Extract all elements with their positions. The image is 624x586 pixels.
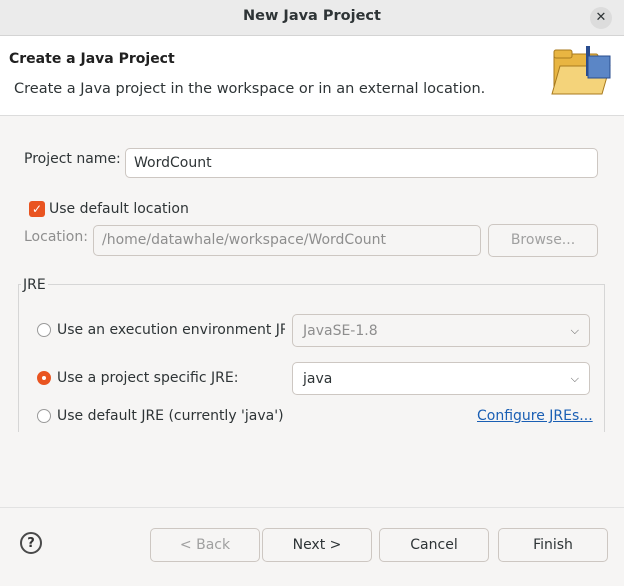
window-title: New Java Project (243, 8, 381, 24)
project-name-input[interactable]: WordCount (125, 148, 598, 178)
location-label: Location: (24, 229, 88, 245)
default-jre-radio[interactable] (37, 409, 51, 423)
project-specific-jre-label[interactable]: Use a project specific JRE: (57, 370, 238, 386)
configure-jres-link[interactable]: Configure JREs... (477, 408, 593, 424)
browse-button: Browse... (488, 224, 598, 257)
project-name-label: Project name: (24, 151, 121, 167)
project-specific-jre-radio[interactable] (37, 371, 51, 385)
finish-button[interactable]: Finish (498, 528, 608, 562)
page-description: Create a Java project in the workspace o… (14, 81, 486, 97)
new-java-project-folder-icon (551, 46, 611, 95)
execution-environment-value: JavaSE-1.8 (303, 323, 378, 339)
close-button[interactable]: ✕ (590, 7, 612, 29)
footer-separator (0, 507, 624, 508)
jre-group-label: JRE (21, 277, 48, 293)
wizard-banner (0, 36, 624, 116)
execution-environment-dropdown: JavaSE-1.8 ⌵ (292, 314, 590, 347)
location-input: /home/datawhale/workspace/WordCount (93, 225, 481, 256)
project-specific-jre-dropdown[interactable]: java ⌵ (292, 362, 590, 395)
cancel-button[interactable]: Cancel (379, 528, 489, 562)
default-jre-label[interactable]: Use default JRE (currently 'java') (57, 408, 284, 424)
next-button[interactable]: Next > (262, 528, 372, 562)
chevron-down-icon: ⌵ (570, 324, 579, 337)
help-icon[interactable]: ? (20, 532, 42, 554)
use-default-location-label[interactable]: Use default location (49, 201, 189, 217)
page-title: Create a Java Project (9, 51, 175, 67)
chevron-down-icon: ⌵ (570, 372, 579, 385)
close-icon: ✕ (595, 10, 607, 25)
back-button: < Back (150, 528, 260, 562)
execution-environment-radio[interactable] (37, 323, 51, 337)
execution-environment-label[interactable]: Use an execution environment JRE (57, 322, 285, 338)
project-specific-jre-value: java (303, 371, 333, 387)
use-default-location-checkbox[interactable]: ✓ (29, 201, 45, 217)
